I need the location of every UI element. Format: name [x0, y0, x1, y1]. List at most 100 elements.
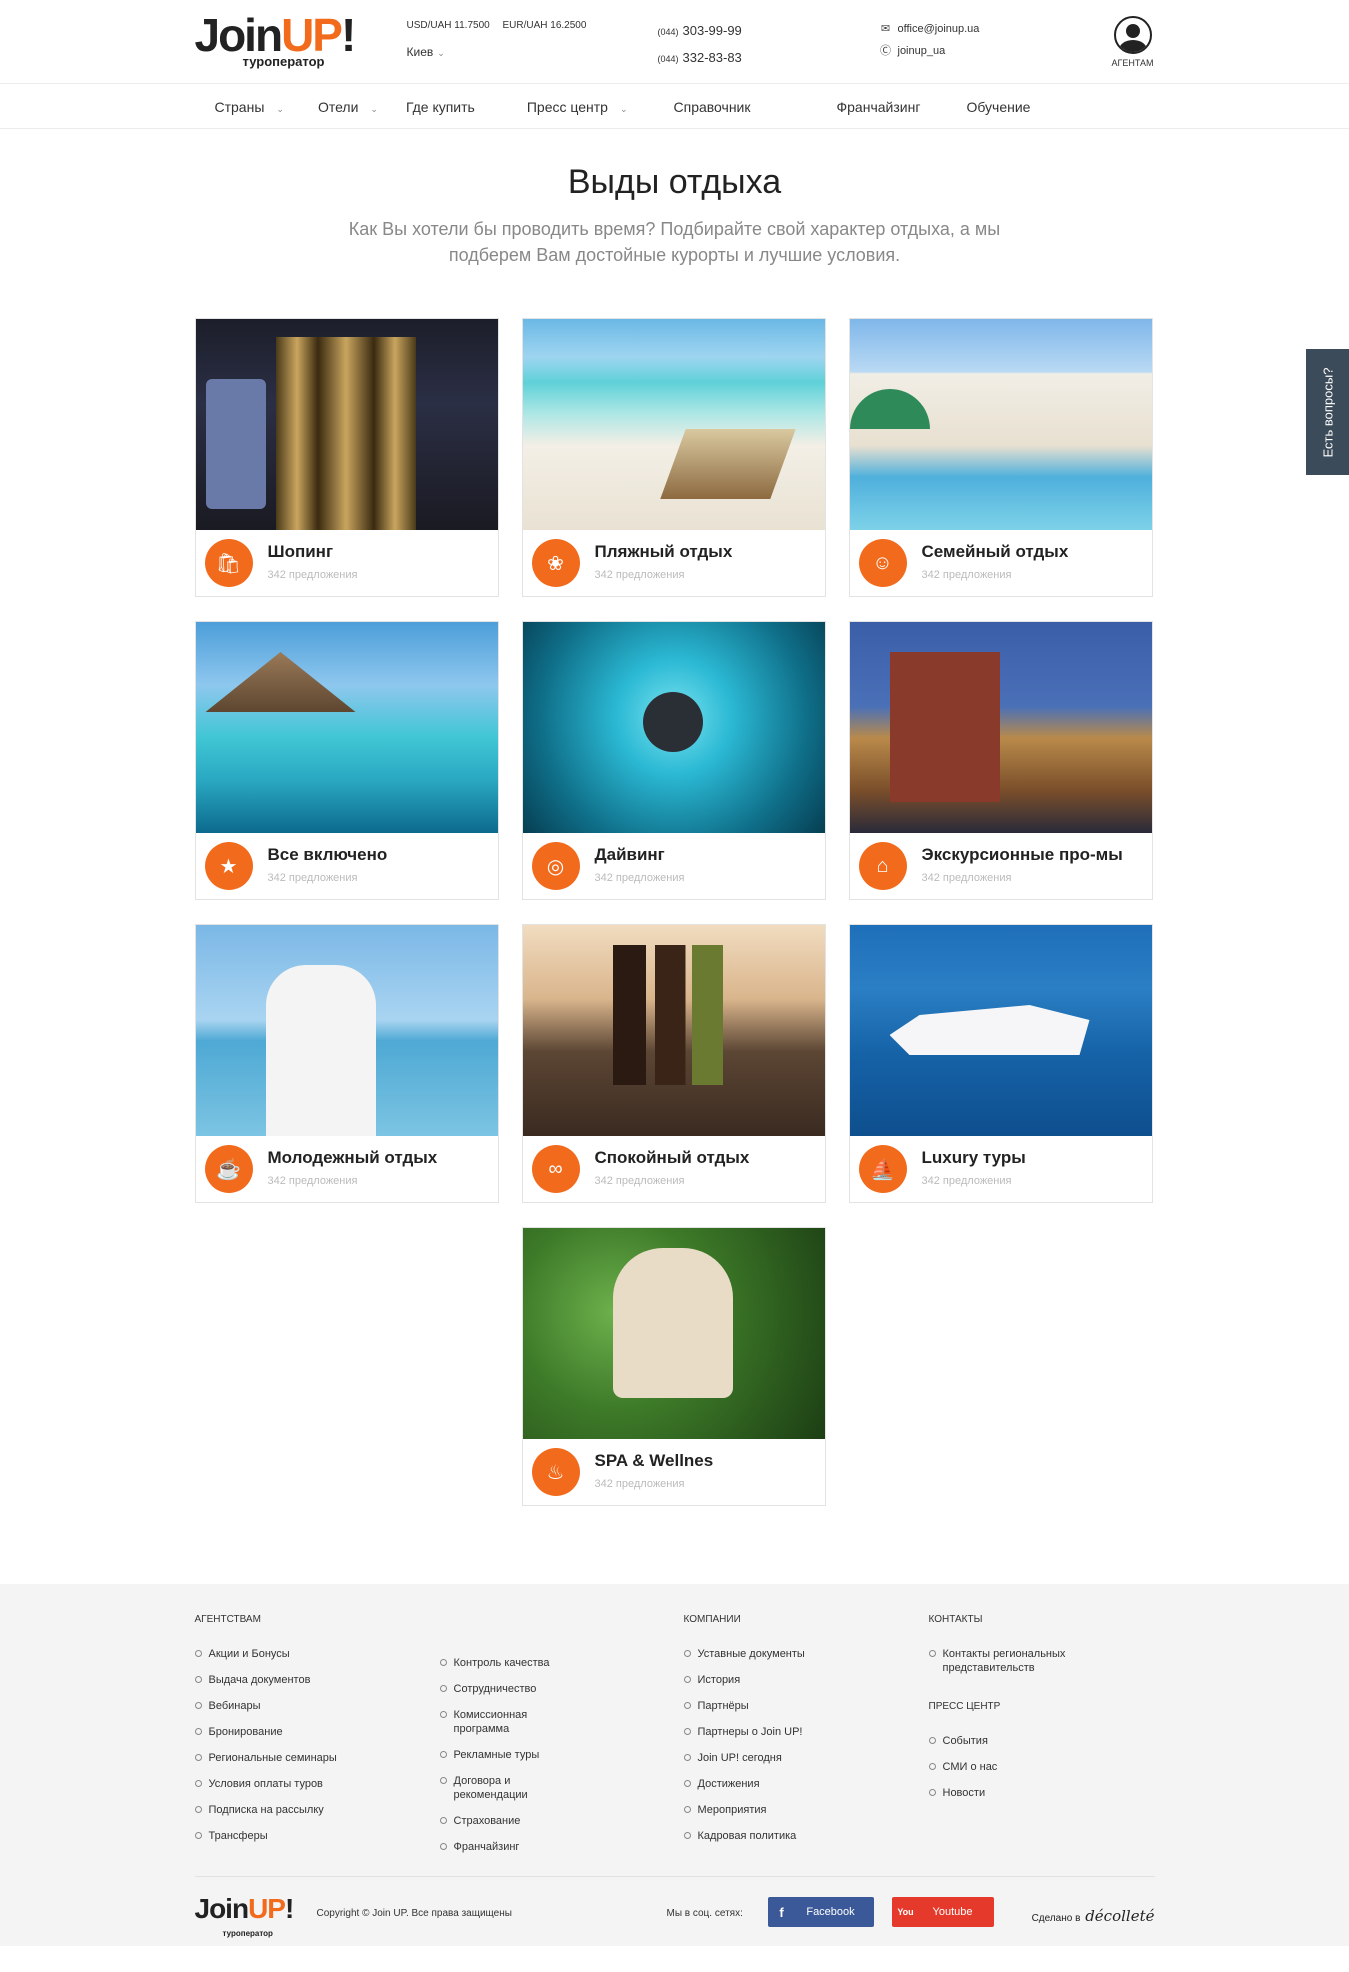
footer-link[interactable]: События [928, 1734, 1079, 1748]
footer-link[interactable]: Выдача документов [194, 1673, 337, 1687]
vacation-card[interactable]: 🛍 Шопинг 342 предложения [194, 318, 499, 597]
vacation-card[interactable]: ☺ Семейный отдых 342 предложения [848, 318, 1153, 597]
nav-label: Где купить [405, 98, 475, 115]
email-link[interactable]: ✉ office@joinup.ua [878, 18, 980, 40]
hero: Выды отдыха Как Вы хотели бы проводить в… [195, 129, 1155, 268]
footer-link[interactable]: Трансферы [194, 1829, 337, 1843]
card-photo [522, 925, 825, 1136]
nav-label: Справочник [673, 98, 751, 115]
footer-link[interactable]: Франчайзинг [439, 1840, 575, 1854]
family-icon: ☺ [858, 539, 907, 587]
skype-link[interactable]: Ⓒjoinup_ua [878, 40, 980, 62]
cocktail-icon: ☕ [204, 1145, 253, 1193]
facebook-icon: f [779, 1904, 784, 1920]
phone-numbers: (044) 303-99-99 (044) 332-83-83 [658, 18, 742, 72]
card-photo [849, 925, 1152, 1136]
card-count: 342 предложения [267, 1175, 358, 1187]
footer-link[interactable]: История [683, 1673, 805, 1687]
footer-link[interactable]: Договора и рекомендации [439, 1774, 575, 1802]
vacation-card[interactable]: ⌂ Экскурсионные про-мы 342 предложения [848, 621, 1153, 900]
card-photo [522, 1228, 825, 1439]
all-inclusive-stars-icon: ★ [204, 842, 253, 890]
card-count: 342 предложения [594, 569, 685, 581]
footer-link[interactable]: Join UP! сегодня [683, 1751, 805, 1765]
card-title: Luxury туры [921, 1148, 1026, 1167]
city-selector[interactable]: Киев ⌄ [407, 45, 445, 59]
footer-press-title: ПРЕСС ЦЕНТР [928, 1701, 1001, 1712]
card-photo [522, 319, 825, 530]
skype-icon: Ⓒ [880, 45, 891, 57]
footer-link[interactable]: Контроль качества [439, 1656, 575, 1670]
vacation-types-grid: 🛍 Шопинг 342 предложения ❀ Пляжный отдых 342 … [194, 318, 1155, 1506]
nav-item-0[interactable]: Страны ⌄ [195, 99, 284, 115]
nav-item-6[interactable]: Обучение [920, 99, 1030, 115]
nav-item-4[interactable]: Справочник [628, 99, 751, 115]
card-title: SPA & Wellnes [594, 1451, 714, 1470]
card-title: Молодежный отдых [267, 1148, 438, 1167]
footer-link[interactable]: Сотрудничество [439, 1682, 575, 1696]
footer-contacts: КОНТАКТЫ Контакты региональных представи… [928, 1614, 1079, 1812]
envelope-icon: ✉ [880, 23, 891, 35]
footer-link[interactable]: Кадровая политика [683, 1829, 805, 1843]
nav-item-3[interactable]: Пресс центр ⌄ [475, 99, 628, 115]
card-count: 342 предложения [594, 1478, 685, 1490]
nav-label: Отели [317, 98, 359, 115]
made-by[interactable]: Сделано в décolleté [1032, 1907, 1155, 1925]
page-subtitle: Как Вы хотели бы проводить время? Подбир… [348, 219, 1001, 265]
card-meta: ⌂ Экскурсионные про-мы 342 предложения [850, 833, 1152, 899]
footer-link[interactable]: Вебинары [194, 1699, 337, 1713]
footer-company: КОМПАНИИ Уставные документы История Партнё… [683, 1614, 805, 1855]
page-title: Выды отдыха [567, 163, 782, 201]
footer-agencies-title: АГЕНТСТВАМ [194, 1614, 261, 1625]
footer-link[interactable]: Новости [928, 1786, 1079, 1800]
footer-columns: АГЕНТСТВАМ Акции и Бонусы Выдача документ… [194, 1614, 1155, 1876]
vacation-card[interactable]: ◎ Дайвинг 342 предложения [521, 621, 826, 900]
footer-link[interactable]: Мероприятия [683, 1803, 805, 1817]
card-photo [195, 925, 498, 1136]
phone-2[interactable]: (044) 332-83-83 [658, 45, 742, 72]
footer-link[interactable]: Региональные семинары [194, 1751, 337, 1765]
copyright: Copyright © Join UP. Все права защищены [316, 1908, 512, 1919]
footer-link[interactable]: Условия оплаты туров [194, 1777, 337, 1791]
header: JoinUP! туроператор USD/UAH 11.7500 EUR/… [0, 0, 1349, 84]
questions-tab[interactable]: Есть вопросы? [1306, 349, 1349, 475]
vacation-card[interactable]: ☕ Молодежный отдых 342 предложения [194, 924, 499, 1203]
card-photo [195, 319, 498, 530]
facebook-button[interactable]: f Facebook [767, 1897, 874, 1927]
footer-link[interactable]: СМИ о нас [928, 1760, 1079, 1774]
nav-item-1[interactable]: Отели ⌄ [284, 99, 378, 115]
card-meta: ☺ Семейный отдых 342 предложения [850, 530, 1152, 596]
agents-login[interactable]: АГЕНТАМ [1111, 16, 1155, 68]
card-title: Семейный отдых [921, 542, 1069, 561]
vacation-card[interactable]: ∞ Спокойный отдых 342 предложения [521, 924, 826, 1203]
youtube-button[interactable]: You Youtube [891, 1897, 994, 1927]
vacation-card[interactable]: ❀ Пляжный отдых 342 предложения [521, 318, 826, 597]
phone-1[interactable]: (044) 303-99-99 [658, 18, 742, 45]
vacation-card[interactable]: ♨ SPA & Wellnes 342 предложения [521, 1227, 826, 1506]
footer-link[interactable]: Уставные документы [683, 1647, 805, 1661]
footer-link[interactable]: Партнеры о Join UP! [683, 1725, 805, 1739]
footer-logo[interactable]: JoinUP! туроператор [195, 1895, 295, 1948]
footer-link[interactable]: Комиссионная программа [439, 1708, 575, 1736]
footer-link[interactable]: Контакты региональных представительств [928, 1647, 1079, 1675]
footer-link[interactable]: Акции и Бонусы [194, 1647, 337, 1661]
vacation-card[interactable]: ⛵ Luxury туры 342 предложения [848, 924, 1153, 1203]
footer-link[interactable]: Рекламные туры [439, 1748, 575, 1762]
nav-item-2[interactable]: Где купить [378, 99, 475, 115]
footer-link[interactable]: Партнёры [683, 1699, 805, 1713]
card-title: Спокойный отдых [594, 1148, 750, 1167]
chevron-down-icon: ⌄ [370, 103, 378, 114]
footer-link[interactable]: Достижения [683, 1777, 805, 1791]
footer-link[interactable]: Страхование [439, 1814, 575, 1828]
card-title: Все включено [267, 845, 388, 864]
footer-link[interactable]: Подписка на рассылку [194, 1803, 337, 1817]
logo[interactable]: JoinUP! туроператор [195, 12, 357, 74]
glasses-icon: ∞ [531, 1145, 580, 1193]
card-meta: ♨ SPA & Wellnes 342 предложения [523, 1439, 825, 1505]
footer-contacts-title: КОНТАКТЫ [928, 1614, 983, 1625]
footer: АГЕНТСТВАМ Акции и Бонусы Выдача документ… [0, 1584, 1349, 1946]
vacation-card[interactable]: ★ Все включено 342 предложения [194, 621, 499, 900]
nav-item-5[interactable]: Франчайзинг [751, 99, 921, 115]
footer-link[interactable]: Бронирование [194, 1725, 337, 1739]
chevron-down-icon: ⌄ [276, 103, 284, 114]
